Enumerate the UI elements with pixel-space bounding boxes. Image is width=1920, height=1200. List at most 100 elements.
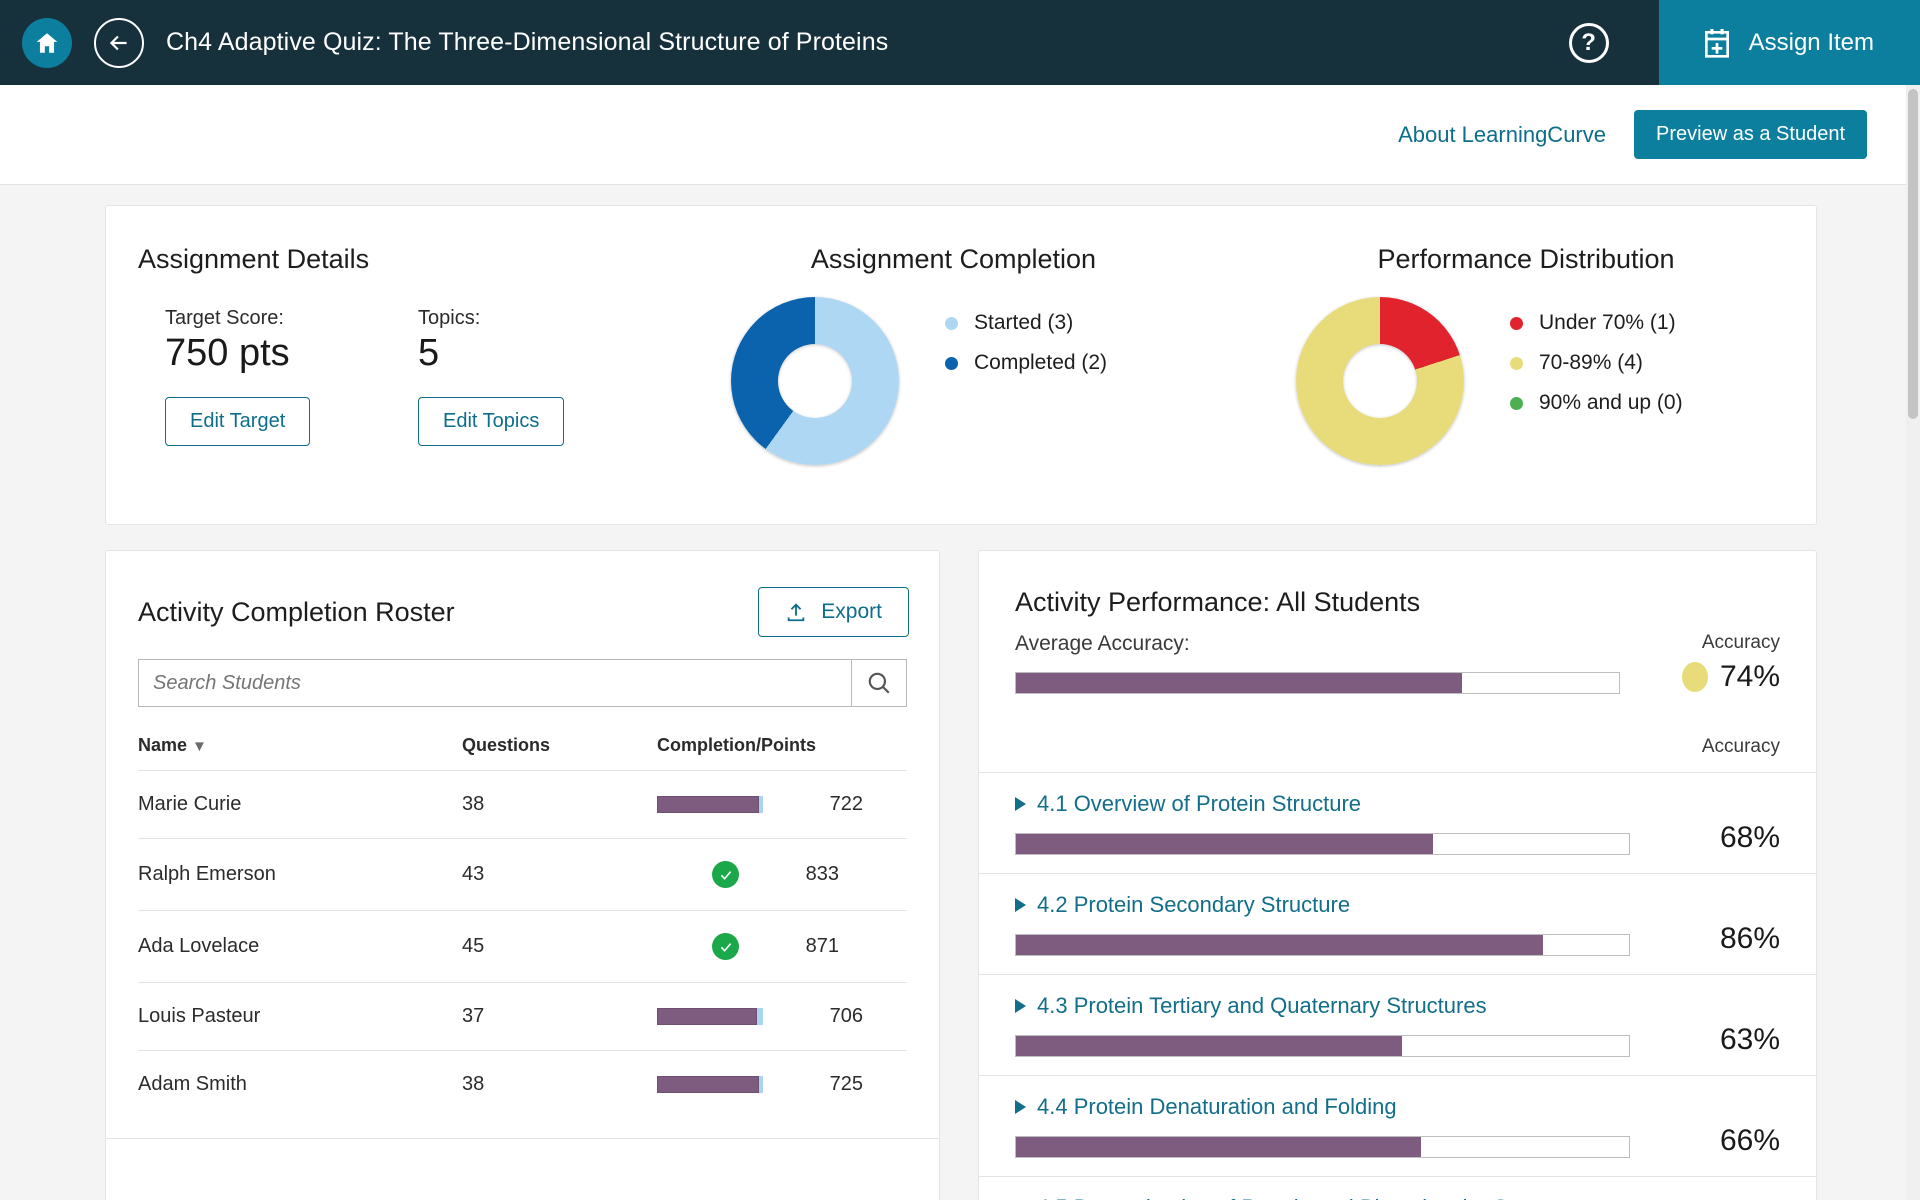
scrollbar-thumb[interactable]: [1908, 89, 1918, 419]
topic-name-link[interactable]: 4.2 Protein Secondary Structure: [1015, 892, 1630, 918]
topic-name-label: 4.4 Protein Denaturation and Folding: [1037, 1094, 1397, 1119]
chevron-right-icon[interactable]: [1015, 999, 1026, 1013]
legend-item: Under 70% (1): [1510, 311, 1683, 335]
topics-label: Topics:: [418, 307, 481, 329]
topic-name-link[interactable]: 4.3 Protein Tertiary and Quaternary Stru…: [1015, 993, 1630, 1019]
topic-performance-row[interactable]: 4.4 Protein Denaturation and Folding 66%: [979, 1076, 1816, 1177]
page-scrollbar[interactable]: [1906, 85, 1920, 1200]
roster-title: Activity Completion Roster: [138, 596, 455, 627]
legend-label: Under 70% (1): [1539, 311, 1676, 334]
legend-item: 70-89% (4): [1510, 351, 1683, 375]
performance-distribution-chart-wrap: Under 70% (1) 70-89% (4) 90% and up (0): [1236, 297, 1816, 465]
legend-label: 70-89% (4): [1539, 351, 1643, 374]
topic-accuracy-bar-fill: [1016, 935, 1544, 955]
topic-name-link[interactable]: 4.4 Protein Denaturation and Folding: [1015, 1094, 1630, 1120]
legend-color-dot: [945, 316, 958, 330]
chevron-right-icon[interactable]: [1015, 1100, 1026, 1114]
average-accuracy-bar-fill: [1016, 673, 1463, 693]
points-value: 871: [805, 935, 839, 957]
topics-stat: Topics: 5 Edit Topics: [418, 307, 671, 446]
average-accuracy-row: Average Accuracy: Accuracy 74%: [1015, 632, 1780, 694]
performance-distribution-title: Performance Distribution: [1377, 244, 1675, 274]
secondary-toolbar: About LearningCurve Preview as a Student: [0, 85, 1920, 185]
completion-progress-fill: [657, 1076, 759, 1093]
question-count: 37: [462, 982, 657, 1051]
assignment-stats: Target Score: 750 pts Edit Target Topics…: [138, 307, 671, 446]
top-navigation-bar: Ch4 Adaptive Quiz: The Three-Dimensional…: [0, 0, 1920, 85]
roster-header: Activity Completion Roster Export: [106, 551, 939, 637]
legend-label: Completed (2): [974, 351, 1108, 374]
table-row[interactable]: Louis Pasteur 37 706: [138, 982, 907, 1051]
search-students-box[interactable]: [138, 659, 907, 707]
completion-points-inner: 722: [657, 793, 907, 816]
topic-accuracy-bar-track: [1015, 934, 1630, 956]
topic-name-link[interactable]: 4.5 Determination of Protein and Biomole…: [1015, 1195, 1630, 1200]
back-button[interactable]: [94, 17, 144, 68]
table-row[interactable]: Ada Lovelace 45 871: [138, 910, 907, 983]
help-icon[interactable]: ?: [1568, 22, 1609, 63]
completion-points-inner: 871: [657, 933, 907, 960]
accuracy-status-dot: [1681, 662, 1708, 692]
about-learningcurve-link[interactable]: About LearningCurve: [1398, 122, 1606, 148]
points-value: 706: [829, 1005, 863, 1027]
assignment-details-title: Assignment Details: [138, 244, 370, 274]
export-button[interactable]: Export: [758, 587, 909, 637]
topic-performance-row[interactable]: 4.1 Overview of Protein Structure 68%: [979, 773, 1816, 874]
topic-accuracy-bar-fill: [1016, 834, 1433, 854]
points-value: 722: [829, 793, 863, 815]
search-button[interactable]: [852, 670, 906, 696]
legend-item: Started (3): [945, 311, 1107, 335]
student-name: Adam Smith: [138, 1050, 462, 1118]
target-score-label: Target Score:: [165, 307, 284, 329]
topic-name-label: 4.5 Determination of Protein and Biomole…: [1037, 1195, 1593, 1200]
activity-performance-card: Activity Performance: All Students Avera…: [978, 550, 1817, 1200]
home-icon: [36, 32, 58, 53]
completion-progress-fill: [657, 796, 759, 813]
completion-points-cell: 706: [657, 982, 907, 1051]
preview-as-student-button[interactable]: Preview as a Student: [1634, 110, 1867, 159]
assignment-completion-section: Assignment Completion Started (3) Complet…: [671, 206, 1236, 524]
topic-left-block: 4.5 Determination of Protein and Biomole…: [1015, 1195, 1630, 1200]
legend-color-dot: [1510, 396, 1523, 410]
chevron-right-icon[interactable]: [1015, 797, 1026, 811]
average-accuracy-bar-block: Average Accuracy:: [1015, 632, 1620, 694]
roster-footer-divider: [106, 1138, 939, 1139]
completion-progress-fill: [657, 1008, 757, 1025]
table-row[interactable]: Ralph Emerson 43 833: [138, 838, 907, 911]
topic-accuracy-value: 63%: [1719, 1023, 1780, 1056]
column-header-completion-points[interactable]: Completion/Points: [657, 735, 907, 771]
table-row[interactable]: Adam Smith 38 725: [138, 1050, 907, 1118]
completion-progress-bar: [657, 1008, 763, 1025]
completion-points-cell: 871: [657, 910, 907, 983]
roster-table-head: Name ▼ Questions Completion/Points: [138, 735, 907, 771]
completion-progress-bar: [657, 796, 763, 813]
question-count: 38: [462, 770, 657, 839]
topic-left-block: 4.2 Protein Secondary Structure: [1015, 892, 1630, 956]
topic-performance-row[interactable]: 4.2 Protein Secondary Structure 86%: [979, 874, 1816, 975]
chevron-right-icon[interactable]: [1015, 898, 1026, 912]
accuracy-column-header: Accuracy: [1701, 736, 1780, 757]
edit-target-button[interactable]: Edit Target: [165, 397, 311, 446]
accuracy-value-row: 74%: [1620, 660, 1780, 694]
topic-performance-row[interactable]: 4.3 Protein Tertiary and Quaternary Stru…: [979, 975, 1816, 1076]
topic-performance-row[interactable]: 4.5 Determination of Protein and Biomole…: [979, 1177, 1816, 1200]
assign-item-button[interactable]: Assign Item: [1658, 0, 1920, 85]
topic-performance-list: 4.1 Overview of Protein Structure 68% 4.2 …: [979, 773, 1816, 1200]
column-header-name[interactable]: Name ▼: [138, 735, 462, 771]
topic-accuracy-bar-track: [1015, 1035, 1630, 1057]
average-accuracy-bar-track: [1015, 672, 1620, 694]
search-input[interactable]: [139, 671, 851, 695]
column-header-questions[interactable]: Questions: [462, 735, 657, 771]
table-row[interactable]: Marie Curie 38 722: [138, 770, 907, 839]
assignment-completion-chart-wrap: Started (3) Completed (2): [671, 297, 1236, 465]
completion-points-inner: 706: [657, 1005, 907, 1028]
performance-header: Activity Performance: All Students Avera…: [979, 551, 1816, 694]
performance-title: Activity Performance: All Students: [1015, 587, 1421, 617]
assignment-completion-legend: Started (3) Completed (2): [945, 311, 1107, 391]
home-button[interactable]: [22, 17, 72, 68]
completion-points-inner: 833: [657, 861, 907, 888]
legend-color-dot: [1510, 316, 1523, 330]
back-arrow-icon: [109, 35, 127, 50]
edit-topics-button[interactable]: Edit Topics: [418, 397, 565, 446]
topic-name-link[interactable]: 4.1 Overview of Protein Structure: [1015, 791, 1630, 817]
